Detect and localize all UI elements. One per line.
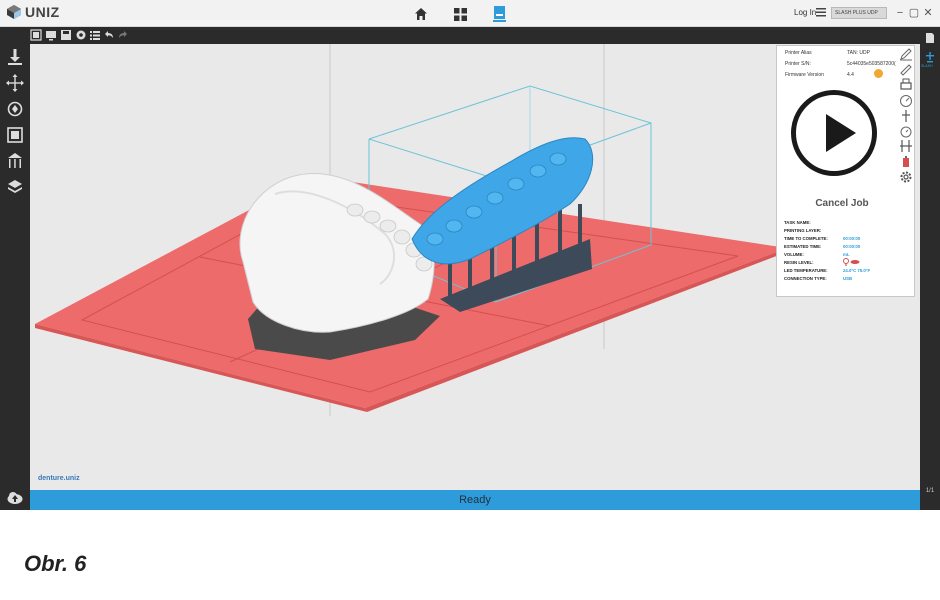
- model-filename: denture.uniz: [38, 475, 80, 482]
- resin-level-icon: [843, 258, 860, 266]
- slash-label: SLASH: [921, 64, 933, 68]
- connection-type-value: USB: [843, 276, 853, 281]
- printer-sn-value: 5c44035e503587200(: [847, 61, 896, 67]
- estimated-time-value: 00:00:00: [843, 244, 861, 249]
- scale-icon[interactable]: [6, 126, 24, 144]
- play-icon: [826, 114, 856, 152]
- maximize-button[interactable]: ▢: [908, 6, 920, 20]
- left-toolbar: [0, 44, 30, 510]
- menu-icon[interactable]: [815, 6, 827, 18]
- save-icon[interactable]: [60, 29, 72, 41]
- slice-icon[interactable]: [6, 178, 24, 196]
- logo-text: UNIZ: [25, 4, 60, 20]
- pencil-icon[interactable]: [899, 62, 913, 76]
- volume-label: VOLUME:: [784, 252, 804, 257]
- task-name-label: TASK NAME:: [784, 220, 811, 225]
- edit-icon[interactable]: [899, 47, 913, 61]
- login-link[interactable]: Log In: [794, 8, 816, 17]
- add-model-icon[interactable]: [30, 29, 42, 41]
- resin-level-label: RESIN LEVEL:: [784, 260, 814, 265]
- gear-icon[interactable]: [899, 170, 913, 184]
- support-icon[interactable]: [6, 152, 24, 170]
- printer-device-icon[interactable]: [899, 78, 913, 92]
- led-temperature-label: LED TEMPERATURE:: [784, 268, 828, 273]
- printing-layer-label: PRINTING LAYER:: [784, 228, 822, 233]
- uniz-app-window: UNIZ Log In SLASH PLUS UDP − ▢ ✕ SLASH 1…: [0, 0, 940, 510]
- printer-alias-label: Printer Alias: [785, 50, 812, 56]
- time-to-complete-value: 00:00:00: [843, 236, 861, 241]
- settings-icon[interactable]: [75, 29, 87, 41]
- rotate-icon[interactable]: [6, 100, 24, 118]
- volume-value: mL: [843, 252, 850, 257]
- uniz-logo: UNIZ: [6, 4, 60, 20]
- printer-icon[interactable]: [490, 5, 508, 23]
- list-icon[interactable]: [89, 29, 101, 41]
- start-print-button[interactable]: [791, 90, 877, 176]
- uniz-logo-icon: [7, 5, 21, 19]
- z-axis-icon[interactable]: [899, 109, 913, 123]
- printer-alias-value: TAN: UDP: [847, 50, 870, 56]
- printer-status-panel: Printer Alias TAN: UDP Printer S/N: 5c44…: [776, 45, 915, 297]
- title-bar: UNIZ Log In SLASH PLUS UDP − ▢ ✕: [0, 0, 940, 27]
- top-toolbar: [0, 27, 940, 44]
- page-indicator: 1/1: [925, 488, 935, 494]
- grid-icon[interactable]: [451, 5, 469, 23]
- close-button[interactable]: ✕: [922, 6, 934, 20]
- cancel-job-button[interactable]: Cancel Job: [777, 198, 907, 209]
- gauge-icon[interactable]: [899, 94, 913, 108]
- time-to-complete-label: TIME TO COMPLETE:: [784, 236, 828, 241]
- firmware-value: 4.4: [847, 72, 854, 78]
- connection-type-label: CONNECTION TYPE:: [784, 276, 827, 281]
- firmware-label: Firmware Version: [785, 72, 824, 78]
- import-icon[interactable]: [6, 48, 24, 66]
- estimated-time-label: ESTIMATED TIME:: [784, 244, 822, 249]
- minimize-button[interactable]: −: [894, 6, 906, 20]
- undo-icon[interactable]: [103, 29, 115, 41]
- led-temperature-value: 24.0°C 75.0°F: [843, 268, 871, 273]
- printer-selector[interactable]: SLASH PLUS UDP: [831, 7, 887, 19]
- printer-sn-label: Printer S/N:: [785, 61, 811, 67]
- redo-icon[interactable]: [117, 29, 129, 41]
- status-bar: Ready: [30, 490, 920, 510]
- firmware-update-badge[interactable]: [874, 69, 883, 78]
- calibrate-icon[interactable]: [899, 139, 913, 153]
- cloud-upload-icon[interactable]: [6, 489, 24, 507]
- timer-icon[interactable]: [899, 124, 913, 138]
- move-icon[interactable]: [6, 74, 24, 92]
- slash-printer-icon[interactable]: [924, 51, 936, 63]
- document-icon[interactable]: [924, 32, 936, 44]
- monitor-icon[interactable]: [45, 29, 57, 41]
- alert-icon[interactable]: [899, 155, 913, 169]
- home-icon[interactable]: [412, 5, 430, 23]
- right-toolbar: SLASH: [920, 27, 940, 510]
- figure-caption: Obr. 6: [24, 551, 87, 576]
